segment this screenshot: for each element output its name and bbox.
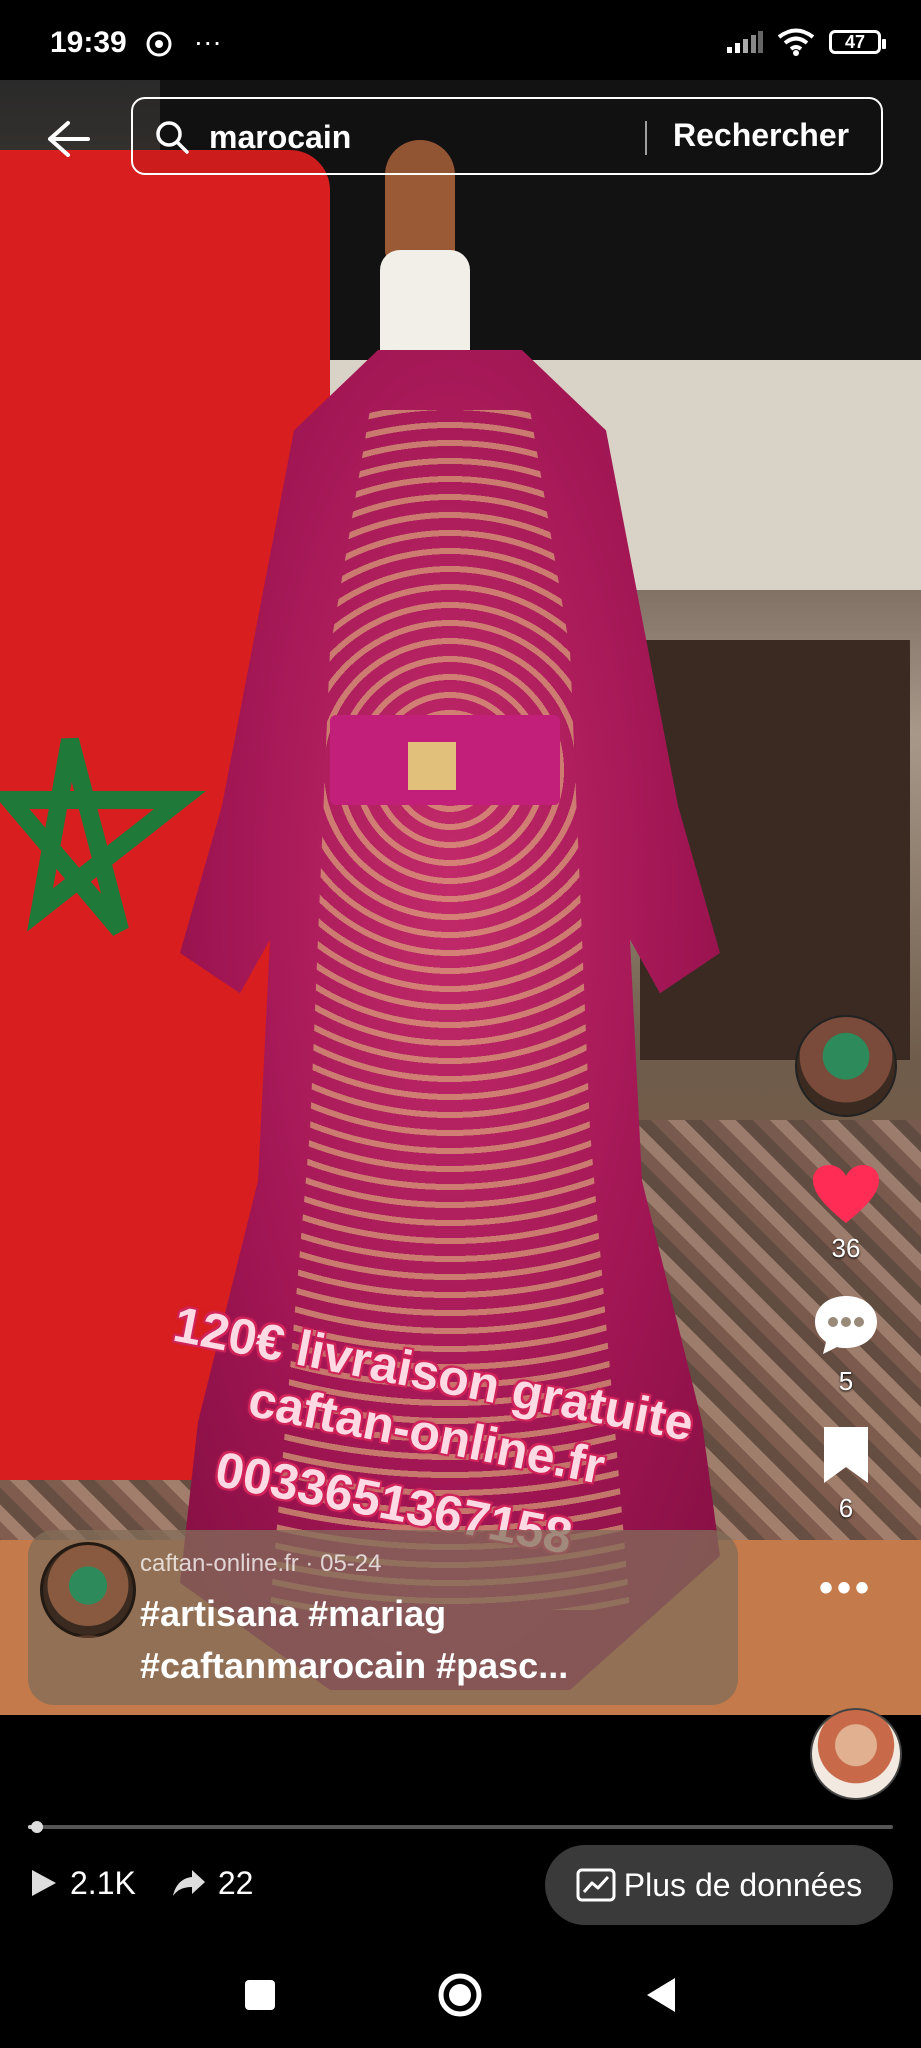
search-input[interactable]: marocain Rechercher xyxy=(131,97,883,175)
home-icon xyxy=(438,1973,482,2017)
share-icon xyxy=(172,1870,205,1896)
signal-icon xyxy=(727,31,763,53)
belt-buckle xyxy=(408,742,456,790)
more-options-button[interactable]: ••• xyxy=(791,1566,901,1611)
battery-indicator: 47 xyxy=(829,30,886,54)
caption-card[interactable]: caftan-online.fr · 05-24 #artisana #mari… xyxy=(28,1530,738,1705)
save-count: 6 xyxy=(838,1493,854,1523)
caption-meta: caftan-online.fr · 05-24 xyxy=(140,1550,381,1578)
author-name[interactable]: caftan-online.fr xyxy=(140,1550,299,1577)
hashtags-line-1: #artisana #mariag xyxy=(140,1593,447,1634)
more-data-button[interactable]: Plus de données xyxy=(545,1845,893,1925)
commenter-avatar[interactable] xyxy=(810,1708,902,1800)
heart-icon xyxy=(813,1165,879,1223)
system-nav-bar xyxy=(0,1940,921,2048)
like-count: 36 xyxy=(831,1233,861,1263)
status-bar: 19:39 ··· 47 xyxy=(0,0,921,80)
more-dots-icon: ··· xyxy=(193,26,222,57)
search-query[interactable]: marocain xyxy=(209,119,351,156)
analytics-icon xyxy=(576,1868,616,1902)
play-icon xyxy=(32,1870,56,1896)
hashtags-line-2: #caftanmarocain #pasc... xyxy=(140,1645,569,1686)
search-bar-row: marocain Rechercher xyxy=(0,95,921,181)
save-button[interactable]: 6 xyxy=(791,1425,901,1524)
views-count: 2.1K xyxy=(70,1864,136,1901)
more-data-label: Plus de données xyxy=(623,1866,863,1903)
search-icon xyxy=(156,121,189,154)
home-button[interactable] xyxy=(435,1970,485,2020)
wifi-icon xyxy=(777,28,815,56)
caption-hashtags[interactable]: #artisana #mariag #caftanmarocain #pasc.… xyxy=(140,1588,720,1692)
progress-knob[interactable] xyxy=(30,1821,43,1833)
recents-icon xyxy=(245,1980,275,2010)
views-stat: 2.1K xyxy=(30,1865,136,1902)
side-action-bar: 36 5 6 ••• xyxy=(791,1015,901,1611)
back-button[interactable] xyxy=(40,111,96,167)
shares-count: 22 xyxy=(217,1864,254,1901)
status-left-icons: ··· xyxy=(146,26,222,58)
recents-button[interactable] xyxy=(235,1970,285,2020)
comment-button[interactable]: 5 xyxy=(791,1292,901,1397)
creator-avatar[interactable] xyxy=(795,1015,897,1117)
search-divider xyxy=(645,121,647,155)
nav-back-icon xyxy=(647,1978,675,2012)
post-date: 05-24 xyxy=(320,1550,382,1577)
search-button[interactable]: Rechercher xyxy=(673,117,849,154)
back-arrow-icon xyxy=(48,121,90,157)
shares-stat: 22 xyxy=(172,1864,254,1902)
stats-row: 2.1K 22 xyxy=(30,1858,273,1908)
comment-count: 5 xyxy=(838,1366,854,1396)
author-avatar[interactable] xyxy=(40,1542,136,1638)
like-button[interactable]: 36 xyxy=(791,1163,901,1264)
bookmark-icon xyxy=(824,1427,868,1483)
chrome-icon xyxy=(146,31,172,57)
video-player[interactable]: 120€ livraison gratuite caftan-online.fr… xyxy=(0,80,921,1715)
meta-separator: · xyxy=(298,1550,321,1577)
comment-icon xyxy=(815,1296,877,1354)
status-right-icons: 47 xyxy=(727,28,886,56)
nav-back-button[interactable] xyxy=(635,1970,685,2020)
video-progress-bar[interactable] xyxy=(28,1821,893,1833)
status-time: 19:39 xyxy=(50,26,127,59)
